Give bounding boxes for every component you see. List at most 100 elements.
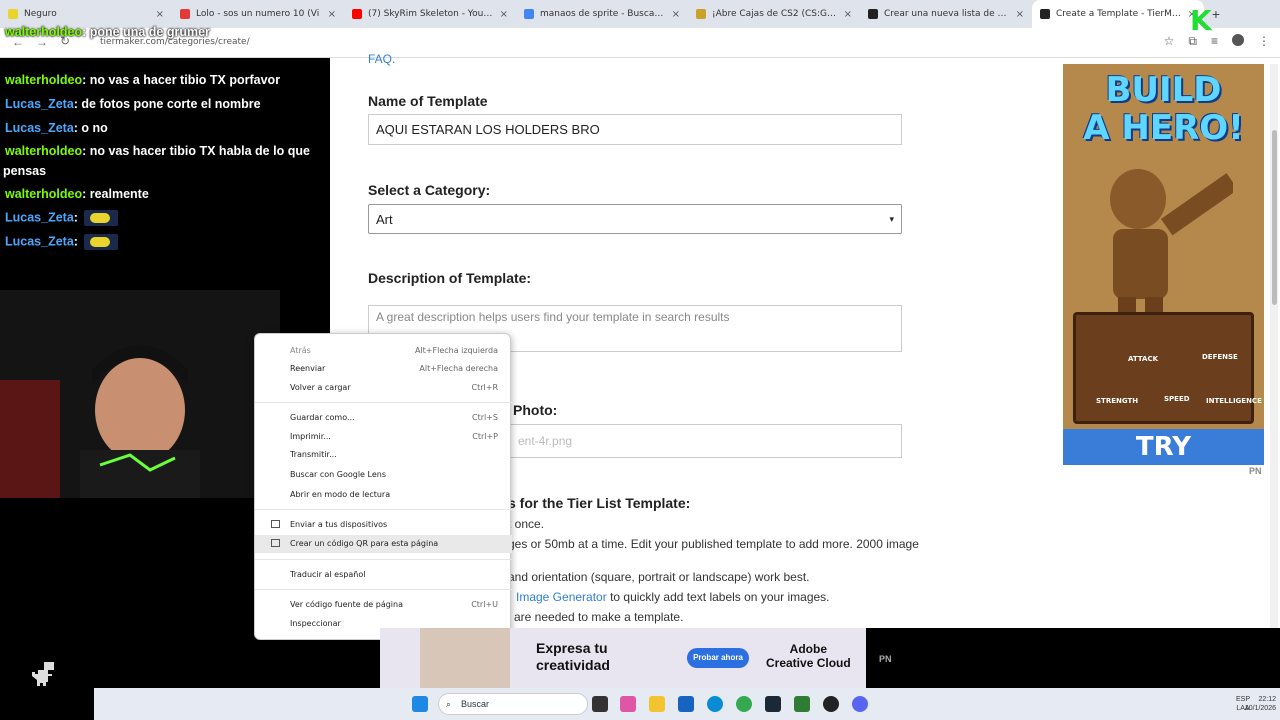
tab-title: Crear una nueva lista de nivele [884,9,1010,19]
template-name-label: Name of Template [368,93,488,109]
chat-text: pensas [3,164,47,178]
send-devices-icon [271,520,280,528]
context-menu: Atrás Alt+Flecha izquierda Reenviar Alt+Fle… [254,333,512,640]
obs-icon[interactable] [823,696,839,712]
stat-defense: DEFENSE [1202,353,1238,361]
tab-close-icon[interactable]: × [328,9,336,20]
context-menu-label: Reenviar [290,364,326,373]
adobe-headline: Expresa tu creatividad [536,640,610,674]
windows-taskbar: ⌕ Buscar ESP LAA 22:12 10/1/2026 [94,688,1280,720]
clock[interactable]: 22:12 10/1/2026 [1245,695,1276,713]
context-menu-item[interactable]: Imprimir... Ctrl+P [255,428,512,446]
tab-close-icon[interactable]: × [844,9,852,20]
tab-close-icon[interactable]: × [500,9,508,20]
build-a-hero-ad[interactable]: BUILD A HERO! ATTACK DEFENSE STRENGTH SP… [1063,64,1264,465]
context-menu-item[interactable]: Crear un código QR para esta página [255,535,512,553]
context-menu-item[interactable]: Abrir en modo de lectura [255,486,512,504]
context-menu-item[interactable]: Reenviar Alt+Flecha derecha [255,360,512,378]
photo-label: Photo: [513,402,558,418]
tab-title: ¡Abre Cajas de CS2 (CS:GO), Ga [712,9,838,19]
context-menu-label: Traducir al español [290,570,366,579]
qr-code-icon [271,539,280,547]
browser-tab[interactable]: Create a Template - TierMaker × [1032,0,1204,28]
context-menu-item[interactable]: Ver código fuente de página Ctrl+U [255,596,512,614]
tab-close-icon[interactable]: × [1016,9,1024,20]
task-view-icon[interactable] [592,696,608,712]
chat-username: Lucas_Zeta [5,121,74,135]
context-menu-item[interactable]: Volver a cargar Ctrl+R [255,379,512,397]
chat-username: walterholdeo [5,144,83,158]
adobe-brand-line2: Creative Cloud [766,656,851,670]
adobe-ad[interactable]: Expresa tu creatividad Probar ahora Adobe… [380,628,866,688]
scrollbar-thumb[interactable] [1272,130,1277,305]
template-name-input[interactable]: AQUI ESTARAN LOS HOLDERS BRO [368,114,902,145]
screen: Neguro × Lolo - sos un numero 10 (Vi × (7) S… [0,0,1280,720]
menu-icon[interactable]: ⋮ [1258,34,1270,49]
browser-tab[interactable]: (7) SkyRim Skeleton - YouTube × [344,0,516,28]
photo-placeholder: ent-4r.png [518,434,573,448]
discord-icon[interactable] [852,696,868,712]
store-icon[interactable] [678,696,694,712]
tab-favicon-icon [696,9,706,19]
browser-tab[interactable]: Lolo - sos un numero 10 (Vi × [172,0,344,28]
tab-bar: Neguro × Lolo - sos un numero 10 (Vi × (7) S… [0,0,1280,28]
streamer-image [0,290,280,498]
instruction-line: ges or 50mb at a time. Edit your publish… [508,537,919,551]
image-generator-link[interactable]: Image Generator [516,590,607,604]
context-menu-item[interactable]: Guardar como... Ctrl+S [255,409,512,427]
bookmark-star-icon[interactable]: ☆ [1164,34,1175,49]
browser-tab[interactable]: Neguro × [0,0,172,28]
chat-username: walterholdeo [5,25,83,39]
context-menu-shortcut: Alt+Flecha izquierda [414,346,498,355]
tab-title: Lolo - sos un numero 10 (Vi [196,9,320,19]
file-explorer-icon[interactable] [649,696,665,712]
kick-logo-icon: K [1190,4,1212,37]
context-menu-item[interactable]: Transmitir... [255,446,512,464]
adobe-headline-line1: Expresa tu [536,640,608,656]
chat-username: walterholdeo [5,187,83,201]
photo-input[interactable]: ent-4r.png [510,424,902,458]
ad-try-button[interactable]: TRY [1063,429,1264,465]
chrome-icon[interactable] [736,696,752,712]
profile-avatar[interactable] [1232,34,1244,46]
stat-intelligence: INTELLIGENCE [1206,397,1262,405]
tab-close-icon[interactable]: × [672,9,680,20]
adobe-try-button[interactable]: Probar ahora [687,648,749,668]
context-menu-label: Inspeccionar [290,619,341,628]
context-menu-shortcut: Ctrl+S [471,413,498,422]
tab-close-icon[interactable]: × [156,9,164,20]
adobe-headline-line2: creatividad [536,657,610,673]
chat-text: : pone una de grumer [82,25,210,39]
chat-message: pensas [3,164,46,178]
context-menu-item[interactable]: Atrás Alt+Flecha izquierda [255,342,512,360]
chat-text: : realmente [82,187,149,201]
xbox-icon[interactable] [794,696,810,712]
browser-tab[interactable]: ¡Abre Cajas de CS2 (CS:GO), Ga × [688,0,860,28]
description-placeholder: A great description helps users find you… [376,310,730,324]
tab-title: Create a Template - TierMaker [1056,9,1182,19]
start-icon[interactable] [412,696,428,712]
chat-emote-icon [83,210,118,226]
context-menu-item[interactable]: Buscar con Google Lens [255,466,512,484]
browser-tab[interactable]: manaos de sprite - Buscar con × [516,0,688,28]
downloads-icon[interactable]: ≡ [1211,34,1218,49]
chat-text: : de fotos pone corte el nombre [73,97,261,111]
steam-icon[interactable] [765,696,781,712]
context-menu-divider [255,559,512,560]
tab-title: Neguro [24,9,57,19]
edge-icon[interactable] [707,696,723,712]
chat-message: walterholdeo: realmente [5,187,149,201]
browser-tab[interactable]: Crear una nueva lista de nivele × [860,0,1032,28]
context-menu-label: Abrir en modo de lectura [290,490,391,499]
chat-text: : [73,210,78,225]
copilot-icon[interactable] [620,696,636,712]
chat-text: : [73,234,78,249]
clock-date: 10/1/2026 [1244,705,1276,712]
context-menu-label: Buscar con Google Lens [290,470,386,479]
faq-link[interactable]: FAQ. [368,52,395,66]
context-menu-item[interactable]: Enviar a tus dispositivos [255,516,512,534]
taskbar-search[interactable]: ⌕ Buscar [438,693,588,715]
tab-favicon-icon [524,9,534,19]
context-menu-item[interactable]: Traducir al español [255,566,512,584]
category-select[interactable]: Art ▾ [368,204,902,234]
